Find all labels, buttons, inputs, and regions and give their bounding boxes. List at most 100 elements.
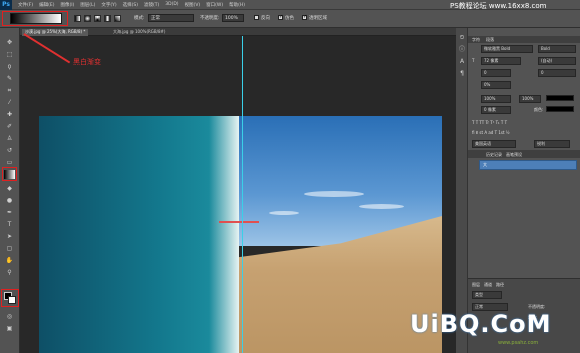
radial-gradient-button[interactable] [84, 15, 91, 22]
history-item-selected[interactable]: 大 [479, 160, 577, 170]
horizontal-scale-input[interactable]: 100% [519, 95, 541, 103]
toolbox: ✥ ⬚ ϙ ✎ ⌗ ⁄ ✚ ✐ ♙ ↺ ▭ ◆ ● ✒ T ➤ ▢ ✋ ⚲ ◎ … [0, 28, 20, 353]
tab-character[interactable]: 字符 [472, 36, 480, 43]
color-swatch-top[interactable] [546, 95, 574, 101]
menu-type[interactable]: 文字(Y) [101, 2, 116, 8]
language-select[interactable]: 美国英语 [472, 140, 516, 148]
menu-window[interactable]: 窗口(W) [206, 2, 223, 8]
opacity-label: 不透明度: [200, 16, 220, 21]
menu-3d[interactable]: 3D(D) [165, 2, 178, 7]
history-item-label: 大 [483, 162, 487, 167]
photoshop-logo: Ps [0, 0, 12, 10]
hand-tool-icon[interactable]: ✋ [4, 256, 15, 265]
font-style-select[interactable]: Bold [538, 45, 576, 53]
healing-tool-icon[interactable]: ✚ [4, 110, 15, 119]
font-size-input[interactable]: 72 像素 [481, 57, 521, 65]
font-family-select[interactable]: 微软雅黑 Bold [481, 45, 533, 53]
opentype-buttons[interactable]: fi ꝿ st A ad T 1st ½ [472, 130, 510, 136]
tracking-input[interactable]: 0 [538, 69, 576, 77]
vertical-guide[interactable] [242, 36, 243, 353]
pen-tool-icon[interactable]: ✒ [4, 208, 15, 217]
tab-sea-doc[interactable]: 大海.jpg @ 100%(RGB/8#) [110, 29, 168, 36]
tab-paragraph[interactable]: 段落 [486, 36, 494, 43]
document-image[interactable] [39, 116, 442, 353]
reverse-label: 反向 [261, 16, 270, 21]
transparency-checkbox[interactable] [302, 14, 307, 20]
document-tab-bar: 沙漠.jpg @ 25%(大海, RGB/8) * 大海.jpg @ 100%(… [20, 28, 456, 36]
cloud [304, 191, 364, 197]
marquee-tool-icon[interactable]: ⬚ [4, 50, 15, 59]
quick-mask-icon[interactable]: ◎ [4, 312, 15, 321]
menu-layer[interactable]: 图层(L) [80, 2, 95, 8]
info-icon[interactable]: ⓘ [458, 46, 466, 54]
eyedropper-tool-icon[interactable]: ⁄ [4, 98, 15, 107]
mode-label: 模式: [134, 16, 145, 21]
lasso-tool-icon[interactable]: ϙ [4, 62, 15, 71]
gradient-drag-line [219, 221, 259, 223]
sea-half [39, 116, 239, 353]
proportional-input[interactable]: 0% [481, 81, 511, 89]
kerning-input[interactable]: 0 [481, 69, 511, 77]
menu-image[interactable]: 图像(I) [60, 2, 74, 8]
reverse-checkbox[interactable] [254, 15, 259, 20]
gradient-highlight-box [2, 11, 68, 26]
gradient-tool-highlight-box [2, 167, 17, 181]
dither-label: 仿色 [285, 16, 294, 21]
paragraph-icon[interactable]: ¶ [458, 70, 466, 78]
tab-layers[interactable]: 图层 [472, 281, 480, 288]
menu-edit[interactable]: 编辑(E) [39, 2, 54, 8]
opacity-input[interactable]: 100% [222, 14, 244, 22]
tab-desert-doc[interactable]: 沙漠.jpg @ 25%(大海, RGB/8) * [22, 29, 89, 36]
type-tool-icon[interactable]: T [4, 220, 15, 229]
color-label: 颜色: [534, 107, 544, 112]
reflected-gradient-button[interactable] [104, 15, 111, 22]
diamond-gradient-button[interactable] [114, 15, 121, 22]
canvas-area[interactable] [20, 36, 456, 353]
color-swatch-highlight-box [1, 289, 19, 307]
screen-mode-icon[interactable]: ▣ [4, 324, 15, 333]
history-icon[interactable]: ⏲ [458, 34, 466, 42]
cloud [359, 204, 404, 209]
zoom-tool-icon[interactable]: ⚲ [4, 268, 15, 277]
path-select-tool-icon[interactable]: ➤ [4, 232, 15, 241]
mode-select[interactable]: 正常 [148, 14, 194, 22]
character-panel-tabs: 字符 段落 [468, 36, 580, 43]
site-watermark-logo: UiBQ.CoM [410, 310, 552, 338]
history-panel-tabs: 历史记录 画笔预设 [468, 150, 580, 158]
stamp-tool-icon[interactable]: ♙ [4, 134, 15, 143]
panel-dock-strip: ⏲ ⓘ A ¶ [456, 28, 468, 353]
font-size-icon: T [472, 58, 475, 63]
quick-select-tool-icon[interactable]: ✎ [4, 74, 15, 83]
shape-tool-icon[interactable]: ▢ [4, 244, 15, 253]
crop-tool-icon[interactable]: ⌗ [4, 86, 15, 95]
eraser-tool-icon[interactable]: ▭ [4, 158, 15, 167]
menu-filter[interactable]: 滤镜(T) [144, 2, 159, 8]
tab-history[interactable]: 历史记录 [486, 151, 502, 158]
options-bar: 模式: 正常 不透明度: 100% 反向 仿色 透明区域 [0, 10, 580, 28]
transparency-label: 透明区域 [309, 16, 327, 21]
brush-tool-icon[interactable]: ✐ [4, 122, 15, 131]
leading-input[interactable]: (自动) [538, 57, 576, 65]
type-style-buttons[interactable]: T T TT Tr T¹ T₁ T T [472, 120, 507, 125]
move-tool-icon[interactable]: ✥ [4, 38, 15, 47]
history-brush-tool-icon[interactable]: ↺ [4, 146, 15, 155]
vertical-scale-input[interactable]: 100% [481, 95, 511, 103]
menu-help[interactable]: 帮助(H) [229, 2, 245, 8]
dither-checkbox[interactable] [278, 14, 283, 20]
angle-gradient-button[interactable] [94, 15, 101, 22]
layer-filter-select[interactable]: 类型 [472, 291, 502, 299]
site-watermark-url: www.psahz.com [498, 340, 539, 346]
linear-gradient-button[interactable] [74, 15, 81, 22]
tab-paths[interactable]: 路径 [496, 281, 504, 288]
character-icon[interactable]: A [458, 58, 466, 66]
menu-select[interactable]: 选择(S) [123, 2, 138, 8]
menu-file[interactable]: 文件(F) [18, 2, 33, 8]
menu-view[interactable]: 视图(V) [185, 2, 201, 8]
tab-channels[interactable]: 通道 [484, 281, 492, 288]
tab-brush-presets[interactable]: 画笔预设 [506, 151, 522, 158]
baseline-input[interactable]: 0 像素 [481, 106, 511, 114]
blur-tool-icon[interactable]: ◆ [4, 184, 15, 193]
text-color-swatch[interactable] [546, 106, 574, 112]
dodge-tool-icon[interactable]: ● [4, 196, 15, 205]
antialias-select[interactable]: 锐利 [534, 140, 570, 148]
